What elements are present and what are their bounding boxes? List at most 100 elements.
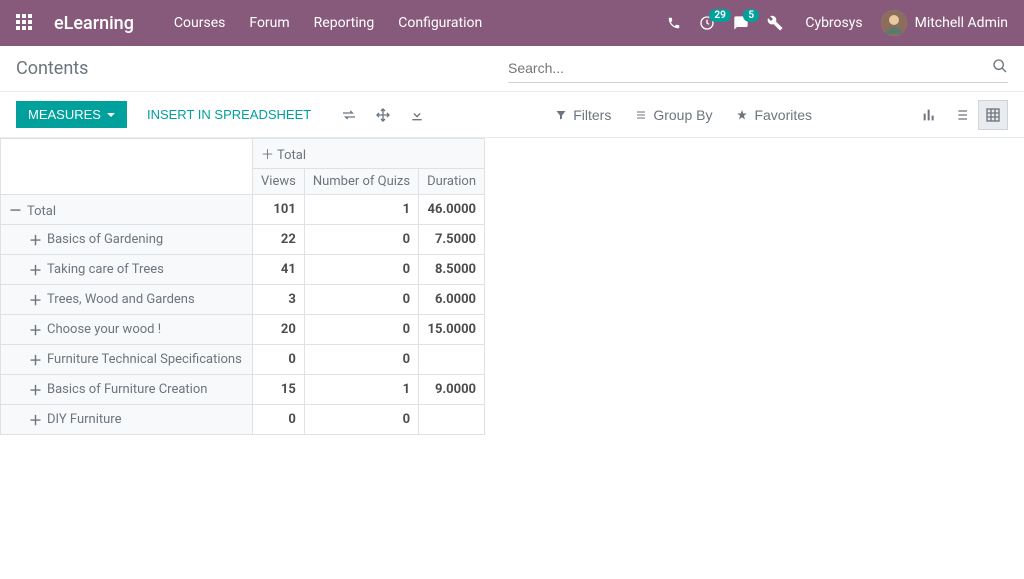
cell-quizs: 0 — [304, 225, 418, 255]
plus-icon[interactable]: ＋ — [29, 320, 41, 339]
plus-icon[interactable]: ＋ — [29, 410, 41, 429]
caret-down-icon — [107, 113, 115, 117]
row-label: Choose your wood ! — [47, 322, 161, 337]
minus-icon[interactable]: － — [9, 200, 21, 219]
app-title[interactable]: eLearning — [54, 13, 134, 34]
company-switcher[interactable]: Cybrosys — [801, 15, 862, 31]
filter-group: Filters Group By Favorites — [555, 107, 812, 123]
cell-quizs: 0 — [304, 315, 418, 345]
cell-total-duration: 46.0000 — [419, 195, 485, 225]
toolbar: MEASURES INSERT IN SPREADSHEET Filters G… — [0, 92, 1024, 138]
nav-icons: 29 5 Cybrosys Mitchell Admin — [667, 10, 1008, 36]
messages-badge: 5 — [743, 9, 759, 22]
list-view-button[interactable] — [946, 100, 976, 130]
cell-views: 22 — [253, 225, 305, 255]
graph-view-button[interactable] — [914, 100, 944, 130]
favorites-label: Favorites — [754, 107, 812, 123]
cell-duration: 7.5000 — [419, 225, 485, 255]
cell-total-views: 101 — [253, 195, 305, 225]
plus-icon[interactable]: ＋ — [261, 148, 274, 163]
row-label: Basics of Gardening — [47, 232, 163, 247]
row-header[interactable]: ＋ DIY Furniture — [1, 405, 253, 435]
pivot-view-button[interactable] — [978, 100, 1008, 130]
activities-badge: 29 — [709, 9, 730, 22]
col-views[interactable]: Views — [253, 169, 305, 195]
cell-duration — [419, 345, 485, 375]
cell-duration: 8.5000 — [419, 255, 485, 285]
plus-icon[interactable]: ＋ — [29, 260, 41, 279]
phone-icon[interactable] — [667, 16, 681, 30]
page-title: Contents — [16, 58, 88, 79]
company-name: Cybrosys — [805, 15, 862, 31]
col-total-label: Total — [277, 148, 306, 163]
pivot-corner — [1, 139, 253, 195]
favorites-button[interactable]: Favorites — [736, 107, 812, 123]
row-header[interactable]: ＋ Basics of Gardening — [1, 225, 253, 255]
cell-views: 0 — [253, 405, 305, 435]
cell-total-quizs: 1 — [304, 195, 418, 225]
plus-icon[interactable]: ＋ — [29, 350, 41, 369]
settings-icon[interactable] — [767, 15, 783, 31]
filters-label: Filters — [573, 107, 611, 123]
control-bar: Contents — [0, 46, 1024, 92]
activities-icon[interactable]: 29 — [699, 15, 715, 31]
plus-icon[interactable]: ＋ — [29, 230, 41, 249]
nav-reporting[interactable]: Reporting — [314, 15, 375, 31]
nav-links: Courses Forum Reporting Configuration — [174, 15, 482, 31]
filters-button[interactable]: Filters — [555, 107, 611, 123]
cell-duration: 6.0000 — [419, 285, 485, 315]
flip-axis-icon[interactable] — [341, 107, 357, 123]
cell-views: 3 — [253, 285, 305, 315]
groupby-button[interactable]: Group By — [635, 107, 712, 123]
row-label: Trees, Wood and Gardens — [47, 292, 195, 307]
measures-button[interactable]: MEASURES — [16, 101, 127, 128]
view-switcher — [914, 100, 1008, 130]
cell-duration: 15.0000 — [419, 315, 485, 345]
user-menu[interactable]: Mitchell Admin — [881, 10, 1008, 36]
col-duration[interactable]: Duration — [419, 169, 485, 195]
row-total-header[interactable]: － Total — [1, 195, 253, 225]
cell-quizs: 0 — [304, 405, 418, 435]
search-input[interactable] — [508, 60, 992, 76]
col-total-header[interactable]: ＋ Total — [253, 139, 485, 169]
cell-quizs: 1 — [304, 375, 418, 405]
messages-icon[interactable]: 5 — [733, 15, 749, 31]
cell-views: 0 — [253, 345, 305, 375]
user-name: Mitchell Admin — [915, 15, 1008, 31]
row-header[interactable]: ＋ Taking care of Trees — [1, 255, 253, 285]
row-label: Furniture Technical Specifications — [47, 352, 242, 367]
cell-quizs: 0 — [304, 345, 418, 375]
cell-views: 41 — [253, 255, 305, 285]
insert-spreadsheet-button[interactable]: INSERT IN SPREADSHEET — [135, 101, 323, 128]
row-total-label: Total — [27, 204, 56, 219]
row-header[interactable]: ＋ Furniture Technical Specifications — [1, 345, 253, 375]
plus-icon[interactable]: ＋ — [29, 380, 41, 399]
search-container — [508, 54, 1008, 83]
pivot-table: ＋ Total Views Number of Quizs Duration －… — [0, 138, 485, 435]
pivot-area: ＋ Total Views Number of Quizs Duration －… — [0, 138, 1024, 435]
apps-icon[interactable] — [16, 14, 34, 32]
measures-label: MEASURES — [28, 107, 101, 122]
avatar — [881, 10, 907, 36]
col-quizs[interactable]: Number of Quizs — [304, 169, 418, 195]
plus-icon[interactable]: ＋ — [29, 290, 41, 309]
download-icon[interactable] — [409, 107, 425, 123]
nav-courses[interactable]: Courses — [174, 15, 225, 31]
cell-duration: 9.0000 — [419, 375, 485, 405]
row-header[interactable]: ＋ Basics of Furniture Creation — [1, 375, 253, 405]
row-header[interactable]: ＋ Choose your wood ! — [1, 315, 253, 345]
cell-views: 15 — [253, 375, 305, 405]
row-label: Basics of Furniture Creation — [47, 382, 207, 397]
row-header[interactable]: ＋ Trees, Wood and Gardens — [1, 285, 253, 315]
row-label: DIY Furniture — [47, 412, 121, 427]
groupby-label: Group By — [653, 107, 712, 123]
row-label: Taking care of Trees — [47, 262, 164, 277]
search-icon[interactable] — [992, 58, 1008, 78]
cell-quizs: 0 — [304, 255, 418, 285]
expand-all-icon[interactable] — [375, 107, 391, 123]
nav-configuration[interactable]: Configuration — [398, 15, 482, 31]
cell-quizs: 0 — [304, 285, 418, 315]
cell-duration — [419, 405, 485, 435]
cell-views: 20 — [253, 315, 305, 345]
nav-forum[interactable]: Forum — [249, 15, 289, 31]
